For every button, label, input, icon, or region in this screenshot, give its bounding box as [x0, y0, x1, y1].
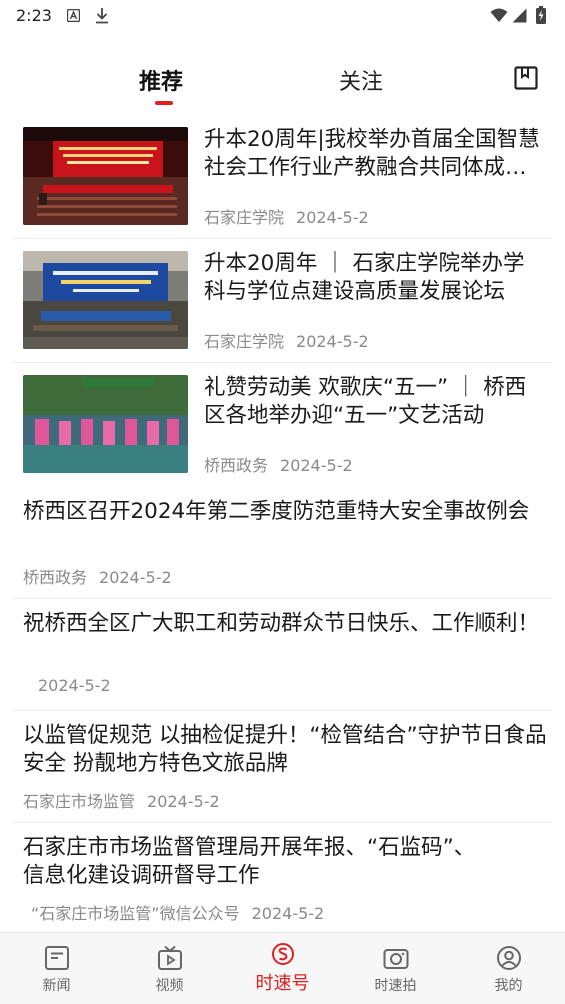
news-item[interactable]: 以监管促规范 以抽检促提升！“检管结合”守护节日食品安全 扮靓地方特色文旅品牌 … [0, 710, 565, 822]
wifi-icon [490, 8, 508, 22]
news-date: 2024-5-2 [280, 456, 353, 475]
news-meta: “石家庄市场监管”微信公众号 2024-5-2 [31, 900, 324, 924]
news-title: 礼赞劳动美 欢歌庆“五一” ｜ 桥西区各地举办迎“五一”文艺活动 [204, 375, 527, 428]
video-icon [158, 945, 182, 970]
news-date: 2024-5-2 [251, 904, 325, 923]
tab-recommended[interactable]: 推荐 [139, 64, 183, 96]
news-title: 升本20周年 ｜ 石家庄学院举办学科与学位点建设高质量发展论坛 [204, 251, 525, 304]
nav-profile[interactable]: 我的 [452, 933, 565, 1004]
news-title: 石家庄市市场监督管理局开展年报、“石监码”、信息化建设调研督导工作 [23, 835, 476, 888]
news-source: 石家庄市场监管 [23, 792, 136, 811]
news-title: 升本20周年|我校举办首届全国智慧社会工作行业产教融合共同体成立大会 [204, 127, 540, 180]
download-icon [96, 8, 108, 24]
nav-video[interactable]: 视频 [113, 933, 226, 1004]
profile-icon [497, 946, 521, 970]
news-meta: 石家庄市场监管 2024-5-2 [23, 788, 220, 812]
nav-label: 视频 [155, 978, 184, 994]
news-date: 2024-5-2 [147, 792, 220, 811]
news-thumbnail [23, 375, 188, 473]
news-thumbnail [23, 251, 188, 349]
news-item[interactable]: 升本20周年|我校举办首届全国智慧社会工作行业产教融合共同体成立大会 石家庄学院… [0, 114, 565, 238]
news-date: 2024-5-2 [296, 332, 369, 351]
news-title: 祝桥西全区广大职工和劳动群众节日快乐、工作顺利！ [23, 611, 540, 636]
news-source: 桥西政务 [23, 568, 88, 587]
signal-icon [512, 8, 527, 23]
keyboard-a-icon [67, 9, 80, 22]
news-item[interactable]: 升本20周年 ｜ 石家庄学院举办学科与学位点建设高质量发展论坛 石家庄学院 202… [0, 238, 565, 362]
nav-speed-shot[interactable]: 时速拍 [339, 933, 452, 1004]
speed-account-icon [272, 943, 294, 965]
status-time: 2:23 [16, 6, 52, 25]
news-meta: 桥西政务 2024-5-2 [23, 564, 172, 588]
status-bar: 2:23 [0, 0, 565, 32]
nav-news[interactable]: 新闻 [0, 933, 113, 1004]
nav-label: 时速拍 [374, 978, 417, 994]
news-thumbnail [23, 127, 188, 225]
news-date: 2024-5-2 [296, 208, 369, 227]
news-title: 以监管促规范 以抽检促提升！“检管结合”守护节日食品安全 扮靓地方特色文旅品牌 [23, 723, 547, 776]
active-tab-indicator [155, 101, 173, 105]
bottom-nav: 新闻 视频 时速号 时速拍 我的 [0, 932, 565, 1004]
nav-label: 新闻 [42, 978, 71, 994]
news-date: 2024-5-2 [99, 568, 172, 587]
top-tab-bar: 推荐 关注 [0, 56, 565, 112]
news-item[interactable]: 桥西区召开2024年第二季度防范重特大安全事故例会 桥西政务 2024-5-2 [0, 486, 565, 598]
news-item[interactable]: 礼赞劳动美 欢歌庆“五一” ｜ 桥西区各地举办迎“五一”文艺活动 桥西政务 202… [0, 362, 565, 486]
news-meta: 石家庄学院 2024-5-2 [204, 328, 369, 352]
news-item[interactable]: 祝桥西全区广大职工和劳动群众节日快乐、工作顺利！ 2024-5-2 [0, 598, 565, 710]
nav-label: 时速号 [255, 973, 310, 994]
camera-icon [383, 949, 409, 969]
news-icon [45, 946, 69, 970]
nav-speed-account[interactable]: 时速号 [226, 933, 339, 1004]
news-date: 2024-5-2 [38, 676, 111, 695]
battery-charging-icon [536, 6, 546, 24]
nav-label: 我的 [494, 978, 523, 994]
news-source: 桥西政务 [204, 456, 269, 475]
news-source: 石家庄学院 [204, 208, 285, 227]
bookmark-icon[interactable] [514, 66, 538, 90]
news-item[interactable]: 石家庄市市场监督管理局开展年报、“石监码”、信息化建设调研督导工作 “石家庄市场… [0, 822, 565, 934]
news-meta: 桥西政务 2024-5-2 [204, 452, 353, 476]
news-source: “石家庄市场监管”微信公众号 [31, 904, 240, 923]
news-meta: 石家庄学院 2024-5-2 [204, 204, 369, 228]
news-source: 石家庄学院 [204, 332, 285, 351]
news-title: 桥西区召开2024年第二季度防范重特大安全事故例会 [23, 499, 530, 524]
tab-following[interactable]: 关注 [339, 64, 383, 96]
news-meta: 2024-5-2 [38, 676, 111, 695]
